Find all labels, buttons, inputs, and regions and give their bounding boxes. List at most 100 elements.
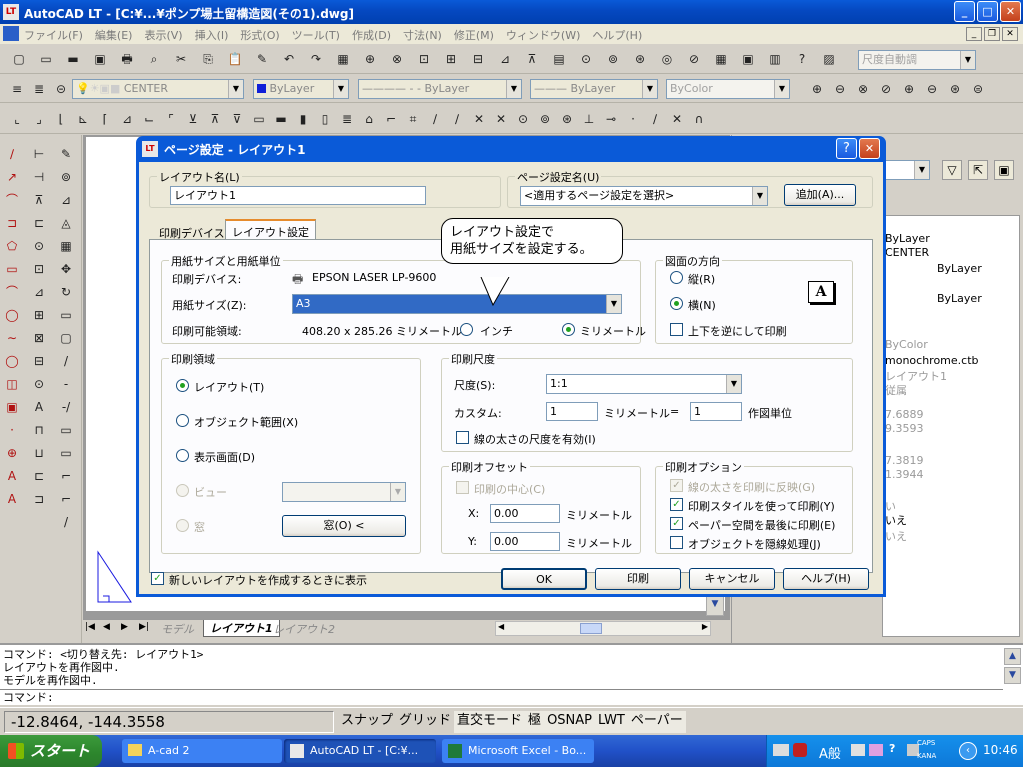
maximize-button[interactable]: □ <box>977 1 998 22</box>
tray-keyboard-icon[interactable] <box>773 744 789 756</box>
zoom-tool-3-icon[interactable]: ⊘ <box>877 80 895 98</box>
tab-nav-first[interactable]: |◀ <box>85 622 95 632</box>
window-pick-button[interactable]: 窓(O) < <box>282 515 406 537</box>
draw-tool-1-2-icon[interactable]: ⊼ <box>30 191 48 209</box>
new-layout-checkbox[interactable]: ✓ <box>151 572 164 585</box>
menu-item-0[interactable]: ファイル(F) <box>24 27 83 43</box>
command-scroll-down[interactable]: ▼ <box>1004 667 1021 684</box>
dim-tool-17-icon[interactable]: ⌐ <box>382 110 400 128</box>
std-tool-15-icon[interactable]: ⊡ <box>415 50 433 68</box>
std-tool-23-icon[interactable]: ⊛ <box>631 50 649 68</box>
dim-tool-2-icon[interactable]: ⌊ <box>52 110 70 128</box>
std-tool-28-icon[interactable]: ▥ <box>766 50 784 68</box>
scale-lineweights-checkbox[interactable] <box>456 431 469 444</box>
tab-nav-last[interactable]: ▶| <box>139 622 149 632</box>
dim-tool-18-icon[interactable]: ⌗ <box>404 110 422 128</box>
close-button[interactable]: ✕ <box>1000 1 1021 22</box>
dim-tool-29-icon[interactable]: ∕ <box>646 110 664 128</box>
unit-mm-radio[interactable] <box>562 323 575 336</box>
menu-item-7[interactable]: 寸法(N) <box>403 27 442 43</box>
area-view-radio[interactable] <box>176 484 189 497</box>
command-scroll-up[interactable]: ▲ <box>1004 648 1021 665</box>
std-tool-27-icon[interactable]: ▣ <box>739 50 757 68</box>
tray-help-icon[interactable]: ? <box>889 742 903 758</box>
layer-tool-1-icon[interactable]: ≣ <box>30 80 48 98</box>
start-button[interactable]: スタート <box>0 735 102 767</box>
dim-tool-24-icon[interactable]: ⊚ <box>536 110 554 128</box>
std-tool-14-icon[interactable]: ⊗ <box>388 50 406 68</box>
draw-tool-0-15-icon[interactable]: A <box>3 490 21 508</box>
ime-indicator[interactable]: A般 <box>819 743 841 762</box>
dim-tool-1-icon[interactable]: ⌟ <box>30 110 48 128</box>
area-extents-radio[interactable] <box>176 414 189 427</box>
dim-tool-6-icon[interactable]: ⌙ <box>140 110 158 128</box>
minimize-button[interactable]: _ <box>954 1 975 22</box>
draw-tool-2-14-icon[interactable]: ⌐ <box>57 467 75 485</box>
zoom-tool-5-icon[interactable]: ⊖ <box>923 80 941 98</box>
zoom-tool-4-icon[interactable]: ⊕ <box>900 80 918 98</box>
status-toggle-4[interactable]: OSNAP <box>544 711 596 733</box>
dim-tool-19-icon[interactable]: ∕ <box>426 110 444 128</box>
doc-restore-button[interactable]: ❐ <box>984 27 1000 41</box>
draw-tool-1-1-icon[interactable]: ⊣ <box>30 168 48 186</box>
scale-combo[interactable]: 1:1 ▼ <box>546 374 742 394</box>
draw-tool-2-2-icon[interactable]: ⊿ <box>57 191 75 209</box>
doc-min-button[interactable]: _ <box>966 27 982 41</box>
dim-tool-11-icon[interactable]: ▭ <box>250 110 268 128</box>
tab-nav-next[interactable]: ▶ <box>121 622 128 632</box>
help-button[interactable]: ヘルプ(H) <box>783 568 869 590</box>
draw-tool-1-4-icon[interactable]: ⊙ <box>30 237 48 255</box>
draw-tool-2-9-icon[interactable]: / <box>57 352 75 370</box>
zoom-tool-0-icon[interactable]: ⊕ <box>808 80 826 98</box>
std-tool-9-icon[interactable]: ✎ <box>253 50 271 68</box>
opt-paperspace-last-checkbox[interactable]: ✓ <box>670 517 683 530</box>
color-combo[interactable]: ByLayer ▼ <box>253 79 349 99</box>
dim-scale-combo[interactable]: 尺度自動調 ▼ <box>858 50 976 70</box>
dim-tool-15-icon[interactable]: ≣ <box>338 110 356 128</box>
draw-tool-0-14-icon[interactable]: A <box>3 467 21 485</box>
menu-item-6[interactable]: 作成(D) <box>352 27 391 43</box>
draw-tool-2-1-icon[interactable]: ⊚ <box>57 168 75 186</box>
plotstyle-combo[interactable]: ByColor ▼ <box>666 79 790 99</box>
layer-tool-2-icon[interactable]: ⊝ <box>52 80 70 98</box>
menu-item-8[interactable]: 修正(M) <box>454 27 494 43</box>
opt-lineweights-checkbox[interactable]: ✓ <box>670 479 683 492</box>
menu-item-1[interactable]: 編集(E) <box>95 27 133 43</box>
dim-tool-5-icon[interactable]: ⊿ <box>118 110 136 128</box>
command-prompt[interactable]: コマンド: <box>0 689 1003 705</box>
tab-layout-settings[interactable]: レイアウト設定 <box>225 219 316 240</box>
draw-tool-1-3-icon[interactable]: ⊏ <box>30 214 48 232</box>
add-page-setup-button[interactable]: 追加(A)... <box>784 184 856 206</box>
cancel-button[interactable]: キャンセル <box>689 568 775 590</box>
properties-combo[interactable]: ▼ <box>882 160 930 180</box>
std-tool-2-icon[interactable]: ▬ <box>64 50 82 68</box>
lineweight-combo[interactable]: ——— ByLayer ▼ <box>530 79 658 99</box>
doc-icon[interactable] <box>3 26 19 41</box>
layer-tool-0-icon[interactable]: ≡ <box>8 80 26 98</box>
menu-item-4[interactable]: 形式(O) <box>240 27 279 43</box>
std-tool-8-icon[interactable]: 📋 <box>226 50 244 68</box>
std-tool-3-icon[interactable]: ▣ <box>91 50 109 68</box>
opt-hide-checkbox[interactable] <box>670 536 683 549</box>
draw-tool-0-9-icon[interactable]: ◯ <box>3 352 21 370</box>
linetype-combo[interactable]: ———— - - ByLayer ▼ <box>358 79 522 99</box>
draw-tool-0-7-icon[interactable]: ◯ <box>3 306 21 324</box>
draw-tool-2-8-icon[interactable]: ▢ <box>57 329 75 347</box>
draw-tool-2-16-icon[interactable]: / <box>57 513 75 531</box>
landscape-radio[interactable] <box>670 297 683 310</box>
menu-item-9[interactable]: ウィンドウ(W) <box>506 27 580 43</box>
std-tool-5-icon[interactable]: ⌕ <box>145 50 163 68</box>
std-tool-22-icon[interactable]: ⊚ <box>604 50 622 68</box>
dim-tool-0-icon[interactable]: ⌞ <box>8 110 26 128</box>
std-tool-17-icon[interactable]: ⊟ <box>469 50 487 68</box>
draw-tool-2-11-icon[interactable]: -/ <box>57 398 75 416</box>
tab-layout1[interactable]: レイアウト1 <box>203 620 280 637</box>
dim-tool-22-icon[interactable]: ✕ <box>492 110 510 128</box>
draw-tool-0-4-icon[interactable]: ⬠ <box>3 237 21 255</box>
tray-ime-icon-2[interactable] <box>869 744 883 756</box>
std-tool-29-icon[interactable]: ? <box>793 50 811 68</box>
area-display-radio[interactable] <box>176 449 189 462</box>
std-tool-11-icon[interactable]: ↷ <box>307 50 325 68</box>
custom-units-input[interactable]: 1 <box>690 402 742 421</box>
dim-tool-23-icon[interactable]: ⊙ <box>514 110 532 128</box>
